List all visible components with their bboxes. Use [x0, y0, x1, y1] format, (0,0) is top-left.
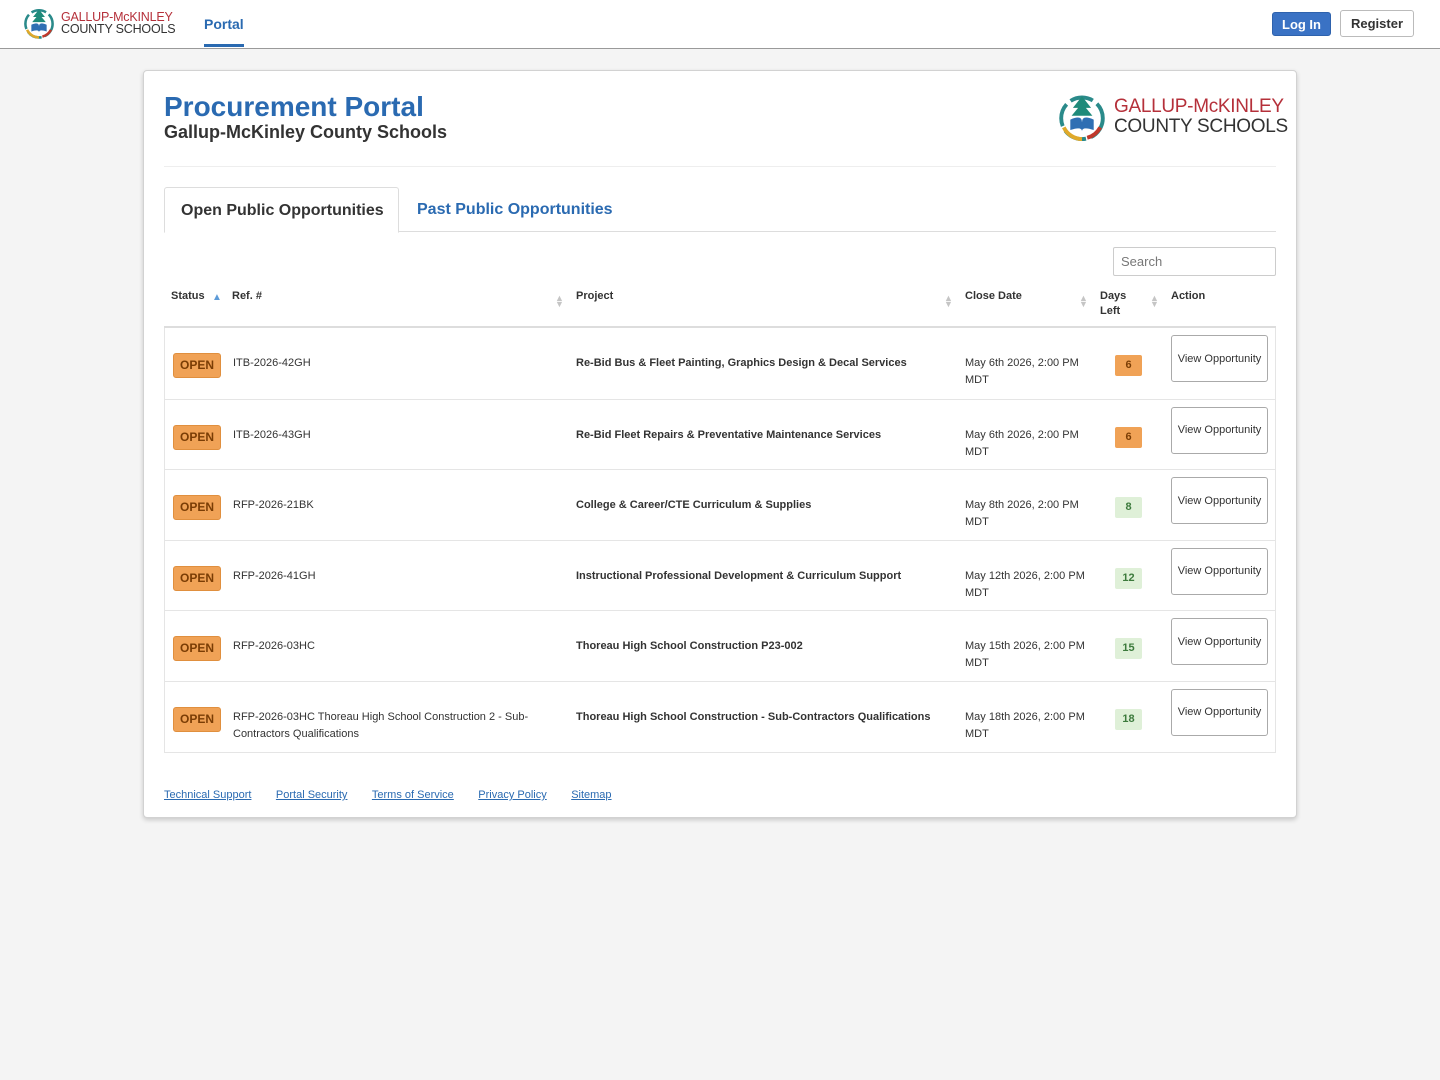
procurement-card: Procurement Portal Gallup-McKinley Count… — [143, 70, 1297, 818]
sort-icon[interactable]: ▲ ▼ — [1150, 294, 1159, 309]
table-row: OPEN RFP-2026-21BK College & Career/CTE … — [165, 469, 1275, 540]
district-logo-large: GALLUP-McKINLEY COUNTY SCHOOLS — [1056, 91, 1288, 143]
ref-number: RFP-2026-03HC Thoreau High School Constr… — [233, 710, 529, 740]
status-badge: OPEN — [173, 495, 222, 521]
project-name: College & Career/CTE Curriculum & Suppli… — [576, 499, 812, 512]
footer-links: Technical Support Portal Security Terms … — [164, 785, 632, 803]
column-header-status[interactable]: Status — [171, 289, 205, 304]
ref-number: RFP-2026-03HC — [233, 640, 315, 653]
ref-number: ITB-2026-42GH — [233, 357, 311, 369]
close-date: May 15th 2026, 2:00 PM MDT — [965, 640, 1085, 670]
days-left-badge: 6 — [1115, 355, 1142, 376]
column-header-ref[interactable]: Ref. # — [232, 289, 262, 304]
close-date: May 12th 2026, 2:00 PM MDT — [965, 569, 1085, 599]
register-button[interactable]: Register — [1340, 10, 1414, 37]
view-opportunity-button[interactable]: View Opportunity — [1171, 618, 1268, 666]
school-tree-logo-icon — [1059, 95, 1105, 142]
days-left-badge: 12 — [1115, 567, 1142, 589]
column-header-days-left[interactable]: Days Left — [1100, 289, 1132, 319]
close-date: May 18th 2026, 2:00 PM MDT — [965, 710, 1085, 740]
column-header-action: Action — [1171, 290, 1206, 302]
active-nav-indicator — [204, 44, 244, 47]
opportunities-table: Status ▲ Ref. # ▲ ▼ Project ▲ ▼ Close Date… — [164, 281, 1276, 753]
district-logo[interactable]: GALLUP-McKINLEY COUNTY SCHOOLS — [22, 6, 176, 40]
nav-portal-link[interactable]: Portal — [204, 16, 244, 32]
close-date: May 6th 2026, 2:00 PM MDT — [965, 428, 1079, 458]
table-row: OPEN ITB-2026-43GH Re-Bid Fleet Repairs … — [165, 398, 1275, 470]
close-date: May 8th 2026, 2:00 PM MDT — [965, 499, 1079, 529]
top-navbar: GALLUP-McKINLEY COUNTY SCHOOLS Portal Lo… — [0, 0, 1440, 49]
column-header-project[interactable]: Project — [576, 289, 613, 304]
sort-icon[interactable]: ▲ ▼ — [944, 294, 953, 309]
view-opportunity-button[interactable]: View Opportunity — [1171, 688, 1268, 736]
days-left-badge: 6 — [1115, 426, 1142, 448]
tab-past-opportunities[interactable]: Past Public Opportunities — [417, 201, 613, 219]
table-body: OPEN ITB-2026-42GH Re-Bid Bus & Fleet Pa… — [164, 328, 1276, 753]
project-name: Instructional Professional Development &… — [576, 569, 902, 582]
status-badge: OPEN — [173, 353, 222, 378]
sort-icon[interactable]: ▲ ▼ — [1079, 294, 1088, 309]
sort-icon[interactable]: ▲ ▼ — [555, 294, 564, 309]
footer-link-terms-of-service[interactable]: Terms of Service — [372, 789, 454, 801]
view-opportunity-button[interactable]: View Opportunity — [1171, 547, 1268, 595]
header-divider — [164, 166, 1276, 167]
logo-text-line2: COUNTY SCHOOLS — [61, 22, 176, 36]
ref-number: ITB-2026-43GH — [233, 428, 311, 441]
login-button[interactable]: Log In — [1272, 12, 1331, 36]
page-subtitle: Gallup-McKinley County Schools — [164, 122, 448, 142]
sort-ascending-icon[interactable]: ▲ — [212, 292, 222, 303]
ref-number: RFP-2026-21BK — [233, 499, 314, 512]
project-name: Re-Bid Fleet Repairs & Preventative Main… — [576, 428, 882, 441]
days-left-badge: 15 — [1115, 638, 1142, 660]
footer-link-technical-support[interactable]: Technical Support — [164, 789, 251, 801]
column-header-close-date[interactable]: Close Date — [965, 289, 1022, 304]
footer-link-sitemap[interactable]: Sitemap — [571, 789, 611, 801]
days-left-badge: 18 — [1115, 708, 1142, 730]
view-opportunity-button[interactable]: View Opportunity — [1171, 477, 1268, 525]
close-date: May 6th 2026, 2:00 PM MDT — [965, 357, 1079, 386]
view-opportunity-button[interactable]: View Opportunity — [1171, 335, 1268, 382]
table-row: OPEN ITB-2026-42GH Re-Bid Bus & Fleet Pa… — [165, 328, 1275, 399]
table-header: Status ▲ Ref. # ▲ ▼ Project ▲ ▼ Close Date… — [164, 281, 1276, 328]
ref-number: RFP-2026-41GH — [233, 569, 316, 582]
status-badge: OPEN — [173, 706, 222, 732]
project-name: Thoreau High School Construction - Sub-C… — [576, 710, 931, 723]
logo-text-line1: GALLUP-McKINLEY — [1114, 96, 1284, 117]
status-badge: OPEN — [173, 424, 222, 450]
days-left-badge: 8 — [1115, 497, 1142, 519]
status-badge: OPEN — [173, 565, 222, 591]
search-input[interactable] — [1113, 247, 1276, 276]
table-row: OPEN RFP-2026-03HC Thoreau High School C… — [165, 610, 1275, 681]
tab-open-opportunities[interactable]: Open Public Opportunities — [164, 187, 399, 233]
table-row: OPEN RFP-2026-03HC Thoreau High School C… — [165, 680, 1275, 752]
status-badge: OPEN — [173, 636, 222, 662]
project-name: Thoreau High School Construction P23-002 — [576, 640, 803, 653]
page-title: Procurement Portal — [164, 91, 424, 122]
footer-link-privacy-policy[interactable]: Privacy Policy — [478, 789, 546, 801]
view-opportunity-button[interactable]: View Opportunity — [1171, 406, 1268, 454]
project-name: Re-Bid Bus & Fleet Painting, Graphics De… — [576, 357, 907, 369]
table-row: OPEN RFP-2026-41GH Instructional Profess… — [165, 539, 1275, 611]
logo-text-line2: COUNTY SCHOOLS — [1114, 116, 1288, 137]
school-tree-logo-icon — [24, 8, 54, 39]
footer-link-portal-security[interactable]: Portal Security — [276, 789, 348, 801]
